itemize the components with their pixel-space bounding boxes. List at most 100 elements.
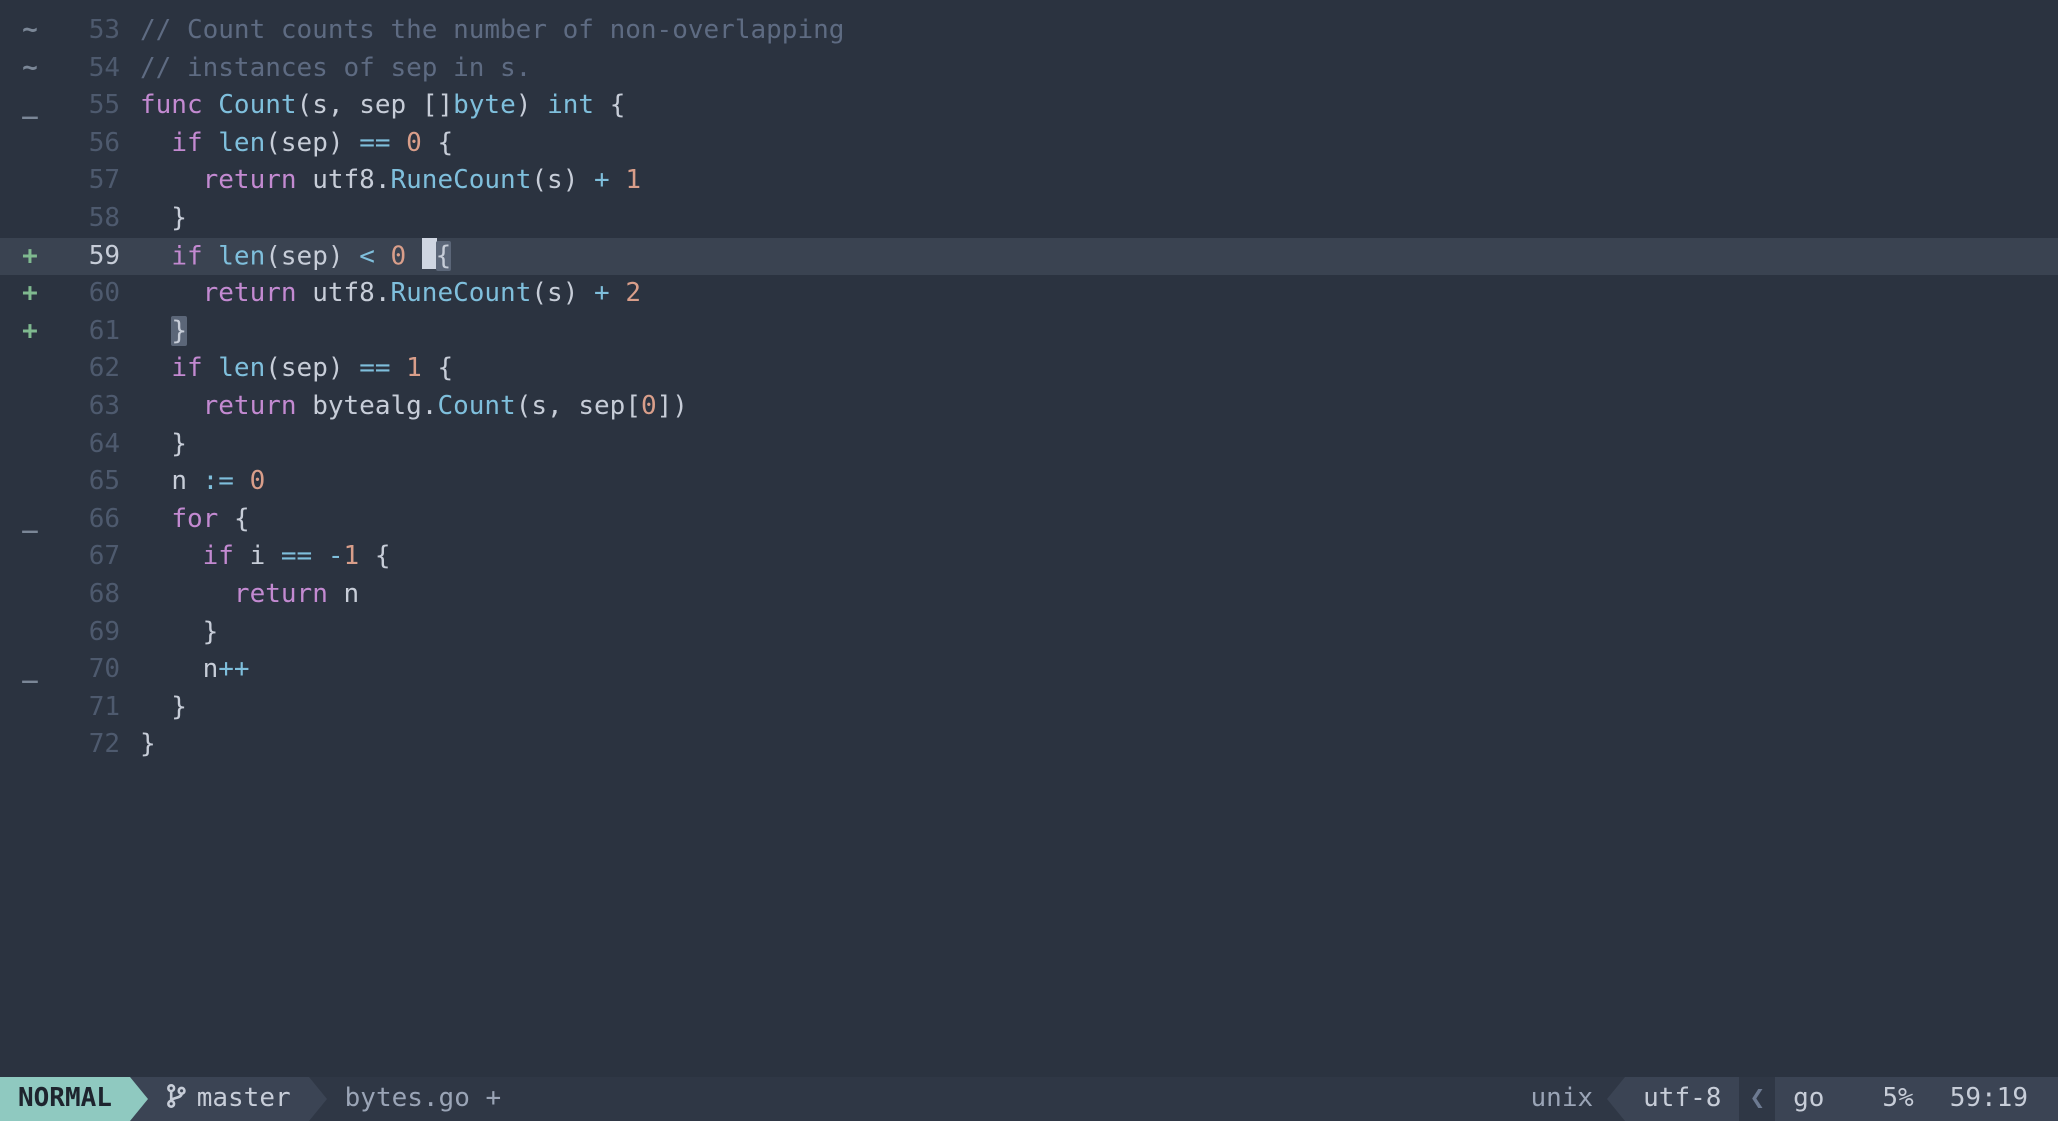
line-number: 63	[60, 388, 130, 426]
code-content[interactable]: if len(sep) == 0 {	[130, 125, 2058, 163]
token-pn: ])	[657, 391, 688, 421]
token-id: s	[531, 391, 547, 421]
code-line[interactable]: 64 }	[0, 426, 2058, 464]
code-line[interactable]: ~54// instances of sep in s.	[0, 50, 2058, 88]
token-nm: 0	[391, 241, 422, 271]
separator-icon	[130, 1077, 148, 1121]
line-number: 66	[60, 501, 130, 539]
code-line[interactable]: +59 if len(sep) < 0 {	[0, 238, 2058, 276]
token-kw: for	[171, 504, 234, 534]
code-line[interactable]: 56 if len(sep) == 0 {	[0, 125, 2058, 163]
gutter-sign	[0, 162, 60, 200]
gutter-sign	[0, 125, 60, 163]
encoding-text: utf-8	[1643, 1080, 1721, 1118]
token-cmt: // Count counts the number of non-overla…	[140, 15, 844, 45]
token-pn: )	[328, 353, 359, 383]
token-nm: 0	[641, 391, 657, 421]
token-op: :=	[203, 466, 250, 496]
token-id: i	[250, 541, 281, 571]
line-number: 56	[60, 125, 130, 163]
code-content[interactable]: return utf8.RuneCount(s) + 1	[130, 162, 2058, 200]
code-content[interactable]: return utf8.RuneCount(s) + 2	[130, 275, 2058, 313]
code-line[interactable]: +60 return utf8.RuneCount(s) + 2	[0, 275, 2058, 313]
token-id: n	[344, 579, 360, 609]
git-branch-segment: master	[148, 1077, 309, 1121]
code-content[interactable]: if len(sep) < 0 {	[130, 238, 2058, 276]
token-pn: (	[297, 90, 313, 120]
cursor-position-text: 59:19	[1950, 1080, 2028, 1118]
code-content[interactable]: // Count counts the number of non-overla…	[130, 12, 2058, 50]
line-number: 68	[60, 576, 130, 614]
code-content[interactable]: n++	[130, 651, 2058, 689]
code-content[interactable]: }	[130, 689, 2058, 727]
token-kw: if	[171, 241, 218, 271]
token-pn: {	[234, 504, 250, 534]
token-fn: Count	[218, 90, 296, 120]
gutter-sign: _	[0, 651, 60, 689]
code-content[interactable]: return bytealg.Count(s, sep[0])	[130, 388, 2058, 426]
gutter-sign: _	[0, 87, 60, 125]
code-content[interactable]: if i == -1 {	[130, 538, 2058, 576]
line-number: 62	[60, 350, 130, 388]
token-pn: )	[563, 278, 594, 308]
token-pn: }	[140, 617, 218, 647]
token-pn: .	[422, 391, 438, 421]
token-pn: {	[375, 541, 391, 571]
code-content[interactable]: }	[130, 614, 2058, 652]
token-pn	[140, 278, 203, 308]
code-buffer[interactable]: ~53// Count counts the number of non-ove…	[0, 0, 2058, 1077]
token-pn	[140, 579, 234, 609]
code-line[interactable]: 63 return bytealg.Count(s, sep[0])	[0, 388, 2058, 426]
code-line[interactable]: _55func Count(s, sep []byte) int {	[0, 87, 2058, 125]
code-content[interactable]: for {	[130, 501, 2058, 539]
code-line[interactable]: 67 if i == -1 {	[0, 538, 2058, 576]
token-ty: byte	[453, 90, 516, 120]
code-content[interactable]: }	[130, 426, 2058, 464]
code-line[interactable]: _70 n++	[0, 651, 2058, 689]
percent-text: 5%	[1882, 1080, 1913, 1118]
line-number: 61	[60, 313, 130, 351]
token-pn: ,	[547, 391, 578, 421]
code-line[interactable]: ~53// Count counts the number of non-ove…	[0, 12, 2058, 50]
token-pn: .	[375, 165, 391, 195]
filename-segment: bytes.go +	[327, 1077, 1517, 1121]
code-line[interactable]: 68 return n	[0, 576, 2058, 614]
code-content[interactable]: }	[130, 313, 2058, 351]
code-content[interactable]: n := 0	[130, 463, 2058, 501]
token-kw: if	[171, 128, 218, 158]
code-line[interactable]: +61 }	[0, 313, 2058, 351]
token-pn: {	[437, 128, 453, 158]
code-content[interactable]: func Count(s, sep []byte) int {	[130, 87, 2058, 125]
token-kw: return	[203, 278, 313, 308]
code-line[interactable]: 58 }	[0, 200, 2058, 238]
token-pn: .	[375, 278, 391, 308]
filetype-segment: go	[1775, 1077, 1842, 1121]
token-pn	[140, 466, 171, 496]
gutter-sign	[0, 388, 60, 426]
editor-window: ~53// Count counts the number of non-ove…	[0, 0, 2058, 1121]
token-op: <	[359, 241, 390, 271]
token-pn	[140, 165, 203, 195]
token-kw: if	[203, 541, 250, 571]
token-kw: return	[234, 579, 344, 609]
token-id: s	[547, 278, 563, 308]
gutter-sign: +	[0, 313, 60, 351]
code-line[interactable]: 62 if len(sep) == 1 {	[0, 350, 2058, 388]
code-line[interactable]: _66 for {	[0, 501, 2058, 539]
code-line[interactable]: 65 n := 0	[0, 463, 2058, 501]
code-content[interactable]: }	[130, 200, 2058, 238]
code-content[interactable]: if len(sep) == 1 {	[130, 350, 2058, 388]
code-line[interactable]: 72}	[0, 726, 2058, 764]
token-pn: {	[436, 241, 452, 271]
code-content[interactable]: // instances of sep in s.	[130, 50, 2058, 88]
code-line[interactable]: 71 }	[0, 689, 2058, 727]
code-content[interactable]: }	[130, 726, 2058, 764]
fileformat-text: unix	[1531, 1080, 1594, 1118]
code-content[interactable]: return n	[130, 576, 2058, 614]
line-number: 65	[60, 463, 130, 501]
cursor	[422, 238, 437, 269]
code-line[interactable]: 69 }	[0, 614, 2058, 652]
line-number: 55	[60, 87, 130, 125]
token-nm: 1	[344, 541, 375, 571]
code-line[interactable]: 57 return utf8.RuneCount(s) + 1	[0, 162, 2058, 200]
